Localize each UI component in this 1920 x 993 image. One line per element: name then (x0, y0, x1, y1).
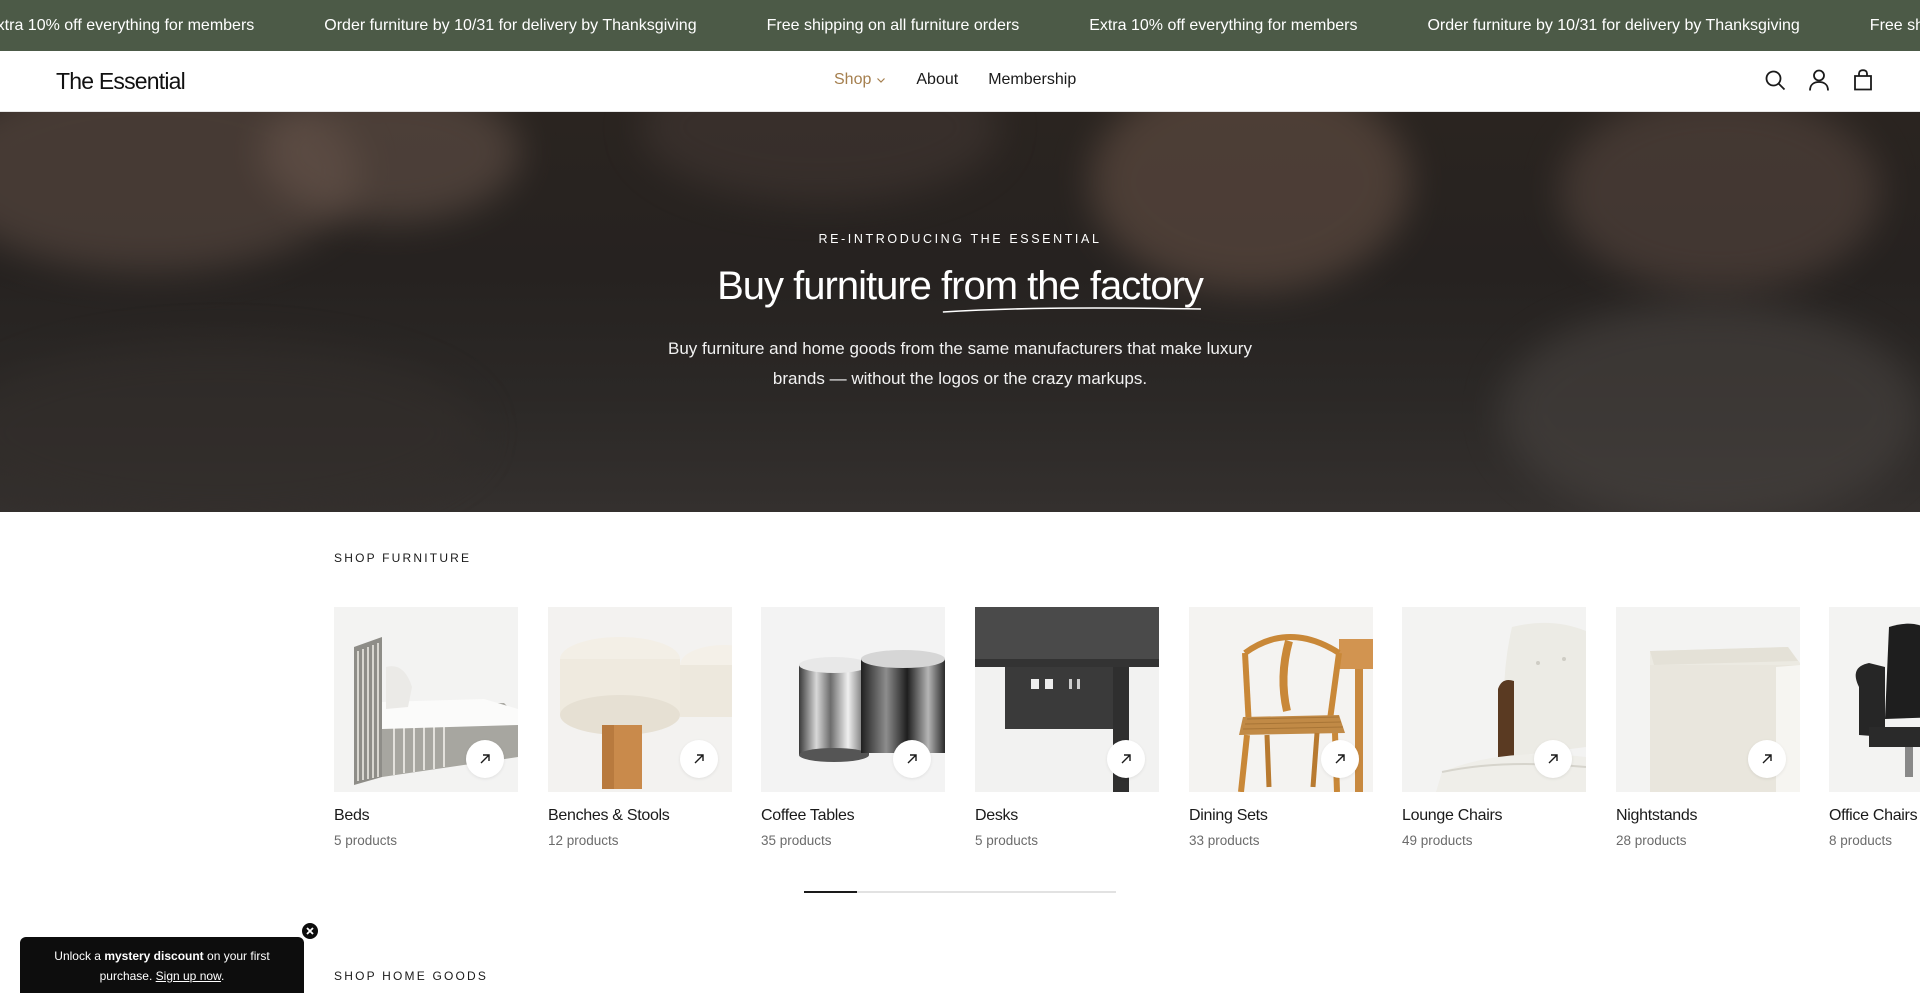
carousel-scrollbar-thumb[interactable] (804, 891, 858, 893)
popup-text: Unlock a (54, 949, 105, 963)
category-name: Nightstands (1616, 807, 1698, 824)
nav-item-shop[interactable]: Shop (834, 71, 886, 89)
category-name: Dining Sets (1189, 807, 1268, 824)
lounge-chair-image (1402, 607, 1586, 792)
arrow-up-right-icon (907, 754, 917, 764)
nightstand-image (1616, 607, 1800, 792)
announcement-bar: Extra 10% off everything for members Ord… (0, 0, 1920, 51)
category-count: 35 products (761, 833, 832, 848)
header-actions (1764, 68, 1874, 92)
card-arrow-button[interactable] (1748, 740, 1786, 778)
announcement-item: Free shipping on all furniture orders (766, 16, 1020, 34)
main-nav: Shop About Membership (834, 71, 1076, 89)
category-count: 12 products (548, 833, 619, 848)
category-card-coffee-tables[interactable]: Coffee Tables 35 products (761, 607, 945, 848)
office-chair-image (1829, 607, 1920, 792)
office-chair-illustration (1829, 607, 1920, 792)
hero-title-underlined-text: from the factory (941, 264, 1204, 308)
announcement-item: Order furniture by 10/31 for delivery by… (324, 16, 697, 34)
arrow-up-right-icon (1762, 754, 1772, 764)
hero-title-plain: Buy furniture (717, 264, 932, 308)
announcement-item: Free shipping on all furniture orders (1869, 16, 1920, 34)
bag-icon[interactable] (1852, 68, 1874, 92)
category-name: Benches & Stools (548, 807, 670, 824)
stool-image (548, 607, 732, 792)
card-arrow-button[interactable] (893, 740, 931, 778)
category-name: Beds (334, 807, 370, 824)
hero-banner: RE-INTRODUCING THE ESSENTIAL Buy furnitu… (0, 112, 1920, 512)
hero-eyebrow: RE-INTRODUCING THE ESSENTIAL (818, 232, 1102, 246)
search-icon[interactable] (1764, 68, 1786, 92)
hero-title-underlined: from the factory (941, 264, 1204, 313)
nav-item-label: Membership (988, 71, 1077, 88)
category-count: 49 products (1402, 833, 1473, 848)
hero-background-shape (640, 112, 1000, 202)
discount-popup: Unlock a mystery discount on your first … (20, 937, 304, 993)
hero-background-shape (1500, 302, 1920, 512)
nav-item-about[interactable]: About (916, 71, 958, 89)
site-header: The Essential Shop About Membership (0, 51, 1920, 112)
category-card-beds[interactable]: Beds 5 products (334, 607, 518, 848)
popup-close-button[interactable] (300, 921, 320, 941)
underline-stroke (942, 307, 1202, 313)
category-count: 5 products (334, 833, 398, 848)
dining-chair-image (1189, 607, 1373, 792)
popup-text: . (221, 969, 225, 983)
arrow-up-right-icon (1548, 754, 1558, 764)
close-icon (306, 927, 314, 935)
announcement-item: Extra 10% off everything for members (1089, 16, 1358, 34)
arrow-up-right-icon (1335, 754, 1345, 764)
section-label-shop-home-goods: SHOP HOME GOODS (334, 969, 489, 983)
card-arrow-button[interactable] (680, 740, 718, 778)
card-arrow-button[interactable] (1107, 740, 1145, 778)
card-arrow-button[interactable] (466, 740, 504, 778)
category-card-dining-sets[interactable]: Dining Sets 33 products (1189, 607, 1373, 848)
category-name: Desks (975, 807, 1018, 824)
nav-item-label: Shop (834, 71, 872, 88)
section-label-shop-furniture: SHOP FURNITURE (334, 551, 472, 565)
category-count: 8 products (1829, 833, 1893, 848)
category-card-office-chairs[interactable]: Office Chairs 8 products (1829, 607, 1920, 848)
bed-image (334, 607, 518, 792)
card-arrow-button[interactable] (1321, 740, 1359, 778)
category-name: Office Chairs (1829, 807, 1918, 824)
category-name: Coffee Tables (761, 807, 855, 824)
category-count: 5 products (975, 833, 1039, 848)
announcement-item: Extra 10% off everything for members (0, 16, 255, 34)
announcement-track: Extra 10% off everything for members Ord… (0, 0, 1920, 51)
carousel-scrollbar[interactable] (804, 891, 1116, 893)
hero-subtitle: Buy furniture and home goods from the sa… (668, 339, 1252, 388)
card-arrow-button[interactable] (1534, 740, 1572, 778)
site-logo[interactable]: The Essential (56, 68, 186, 95)
desk-image (975, 607, 1159, 792)
arrow-up-right-icon (1121, 754, 1131, 764)
hero-background-shape (0, 342, 480, 512)
nav-item-membership[interactable]: Membership (988, 71, 1076, 89)
category-count: 28 products (1616, 833, 1687, 848)
popup-signup-link[interactable]: Sign up now (156, 969, 221, 983)
category-card-nightstands[interactable]: Nightstands 28 products (1616, 607, 1800, 848)
hero-title: Buy furniture from the factory (0, 264, 1920, 313)
furniture-carousel: Beds 5 products Benches & Stools 12 prod… (334, 607, 1920, 857)
chevron-down-icon (877, 78, 886, 83)
category-count: 33 products (1189, 833, 1260, 848)
category-card-lounge-chairs[interactable]: Lounge Chairs 49 products (1402, 607, 1586, 848)
category-name: Lounge Chairs (1402, 807, 1503, 824)
announcement-item: Order furniture by 10/31 for delivery by… (1427, 16, 1800, 34)
arrow-up-right-icon (694, 754, 704, 764)
coffee-table-image (761, 607, 945, 792)
popup-bold-text: mystery discount (104, 949, 204, 963)
account-icon[interactable] (1808, 68, 1830, 92)
category-card-desks[interactable]: Desks 5 products (975, 607, 1159, 848)
arrow-up-right-icon (480, 754, 490, 764)
nav-item-label: About (916, 71, 959, 88)
category-card-benches-stools[interactable]: Benches & Stools 12 products (548, 607, 732, 848)
